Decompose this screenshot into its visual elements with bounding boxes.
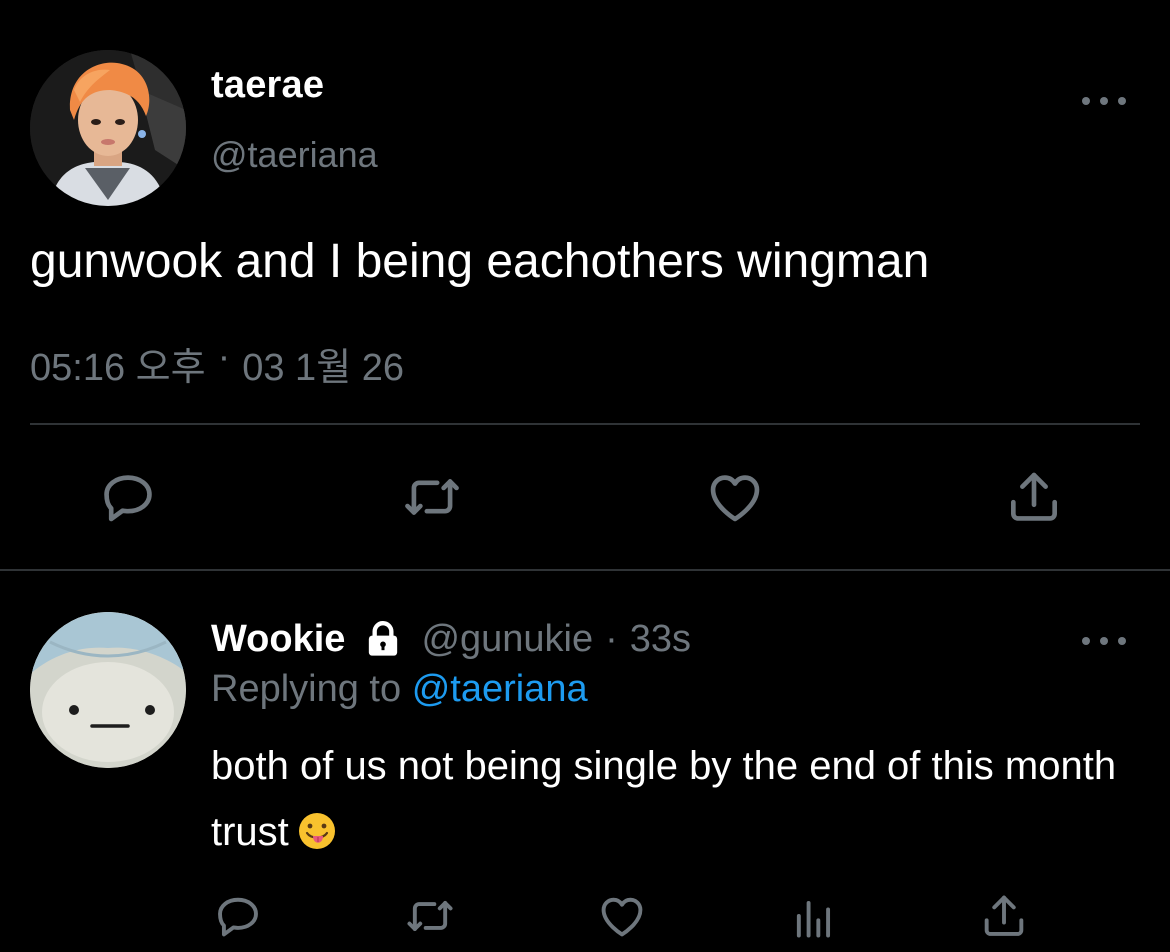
author-display-name[interactable]: taerae xyxy=(211,64,324,107)
reply-text: both of us not being single by the end o… xyxy=(211,744,1117,854)
reply-author-avatar[interactable] xyxy=(30,612,186,768)
share-icon[interactable] xyxy=(978,890,1030,942)
like-icon[interactable] xyxy=(704,466,766,528)
tweet-time: 05:16 오후 xyxy=(30,347,206,389)
analytics-icon[interactable] xyxy=(788,890,840,942)
lock-icon xyxy=(363,617,407,661)
reply-separator: · xyxy=(605,617,618,660)
divider xyxy=(0,569,1170,571)
author-handle[interactable]: @taeriana xyxy=(211,134,378,176)
tweet-timestamp[interactable]: 05:16 오후 · 03 1월 26 xyxy=(30,336,404,391)
more-options-icon[interactable] xyxy=(1082,86,1126,116)
reply-age[interactable]: 33s xyxy=(630,618,691,661)
replying-to-label: Replying to xyxy=(211,668,402,710)
retweet-icon[interactable] xyxy=(401,466,463,528)
tongue-out-face-emoji xyxy=(297,805,337,849)
reply-icon[interactable] xyxy=(212,890,264,942)
tweet-text: gunwook and I being eachothers wingman xyxy=(30,235,930,288)
retweet-icon[interactable] xyxy=(404,890,456,942)
reply-text-block: both of us not being single by the end o… xyxy=(211,733,1131,865)
reply-header: Wookie @gunukie · 33s xyxy=(211,616,691,662)
reply-handle[interactable]: @gunukie xyxy=(421,618,593,661)
share-icon[interactable] xyxy=(1003,466,1065,528)
reply-icon[interactable] xyxy=(97,466,159,528)
reply-display-name[interactable]: Wookie xyxy=(211,618,345,661)
replying-to: Replying to @taeriana xyxy=(211,668,588,711)
author-avatar[interactable] xyxy=(30,50,186,206)
divider xyxy=(30,423,1140,425)
timestamp-separator: · xyxy=(217,336,231,378)
replying-to-mention[interactable]: @taeriana xyxy=(412,668,588,710)
reply-more-options-icon[interactable] xyxy=(1082,626,1126,656)
tweet-date: 03 1월 26 xyxy=(242,347,404,389)
like-icon[interactable] xyxy=(596,890,648,942)
